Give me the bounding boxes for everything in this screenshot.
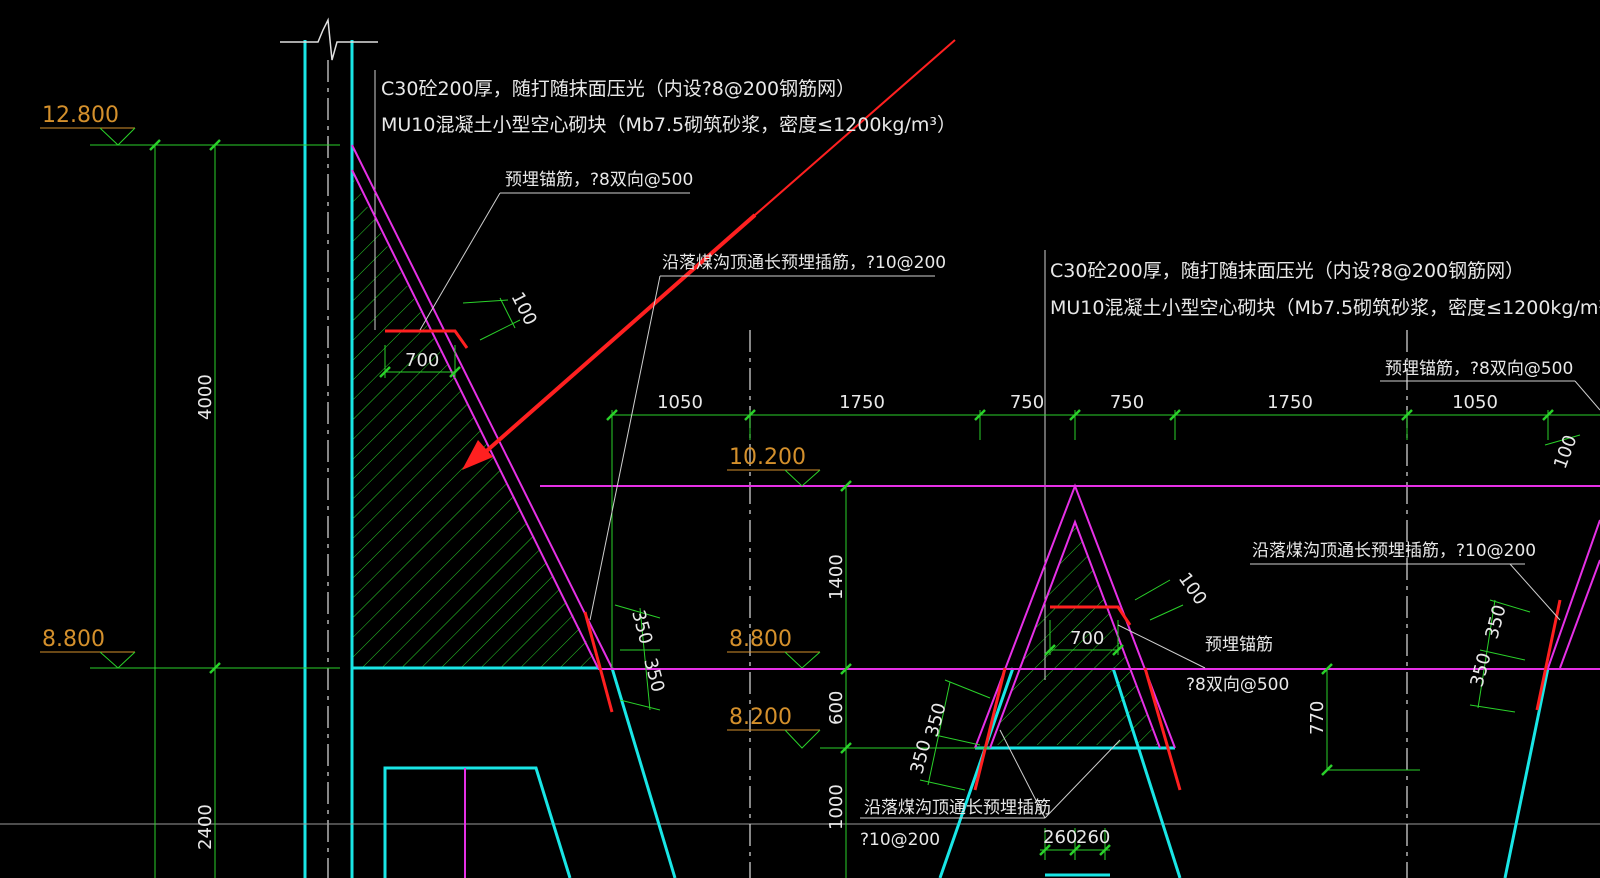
- dim-1400: 1400: [826, 554, 847, 600]
- elevation-10200: 10.200: [729, 445, 806, 470]
- dim-2400: 2400: [195, 804, 216, 850]
- note-right-insert: 沿落煤沟顶通长预埋插筋，?10@200: [1252, 541, 1536, 561]
- dim-100-right: 100: [1550, 432, 1581, 471]
- dim-600: 600: [826, 691, 847, 725]
- dimension-lines: [90, 139, 1600, 878]
- note-mid-insert-b: ?10@200: [860, 830, 940, 850]
- note-mid-anchor-a: 预埋锚筋: [1205, 635, 1273, 655]
- note-mid-insert-a: 沿落煤沟顶通长预埋插筋: [864, 798, 1051, 818]
- dim-770: 770: [1307, 701, 1328, 735]
- top-chain-dim-6: 1050: [1452, 392, 1498, 413]
- cad-drawing-canvas: 12.800 8.800 10.200 8.800 8.200 C30砼200厚…: [0, 0, 1600, 878]
- note-left-line1: C30砼200厚，随打随抹面压光（内设?8@200钢筋网）: [381, 78, 855, 100]
- note-right-anchor: 预埋锚筋，?8双向@500: [1385, 359, 1573, 379]
- dim-260-b: 260: [1076, 827, 1110, 848]
- rebar-lines: [351, 144, 1600, 878]
- top-chain-dim-4: 750: [1110, 392, 1144, 413]
- dim-700-left: 700: [405, 350, 439, 371]
- elevation-8800-left: 8.800: [42, 627, 105, 652]
- dim-350-f: 350: [1467, 651, 1496, 690]
- dim-1000: 1000: [826, 784, 847, 830]
- top-chain-dim-5: 1750: [1267, 392, 1313, 413]
- note-left-anchor: 预埋锚筋，?8双向@500: [505, 170, 693, 190]
- dim-350-e: 350: [1482, 603, 1511, 642]
- dim-700-mid: 700: [1070, 628, 1104, 649]
- dim-4000: 4000: [195, 374, 216, 420]
- note-left-insert: 沿落煤沟顶通长预埋插筋，?10@200: [662, 253, 946, 273]
- dim-100-left: 100: [507, 289, 541, 329]
- top-chain-dim-2: 1750: [839, 392, 885, 413]
- note-right-line1: C30砼200厚，随打随抹面压光（内设?8@200钢筋网）: [1050, 260, 1524, 282]
- dim-350-a: 350: [627, 608, 656, 647]
- note-left-line2: MU10混凝土小型空心砌块（Mb7.5砌筑砂浆，密度≤1200kg/m³）: [381, 114, 956, 136]
- dim-260-a: 260: [1043, 827, 1077, 848]
- elevation-12800: 12.800: [42, 103, 119, 128]
- elevation-8800-mid: 8.800: [729, 627, 792, 652]
- top-chain-dim-1: 1050: [657, 392, 703, 413]
- top-dimension-chain: 1050 1750 750 750 1750 1050: [657, 392, 1498, 413]
- note-right-line2: MU10混凝土小型空心砌块（Mb7.5砌筑砂浆，密度≤1200kg/m³: [1050, 297, 1600, 319]
- dim-350-c: 350: [922, 701, 951, 740]
- elevation-8200: 8.200: [729, 705, 792, 730]
- dim-350-b: 350: [639, 656, 668, 695]
- note-mid-anchor-b: ?8双向@500: [1186, 675, 1289, 695]
- top-chain-dim-3: 750: [1010, 392, 1044, 413]
- dim-100-mid: 100: [1174, 569, 1211, 609]
